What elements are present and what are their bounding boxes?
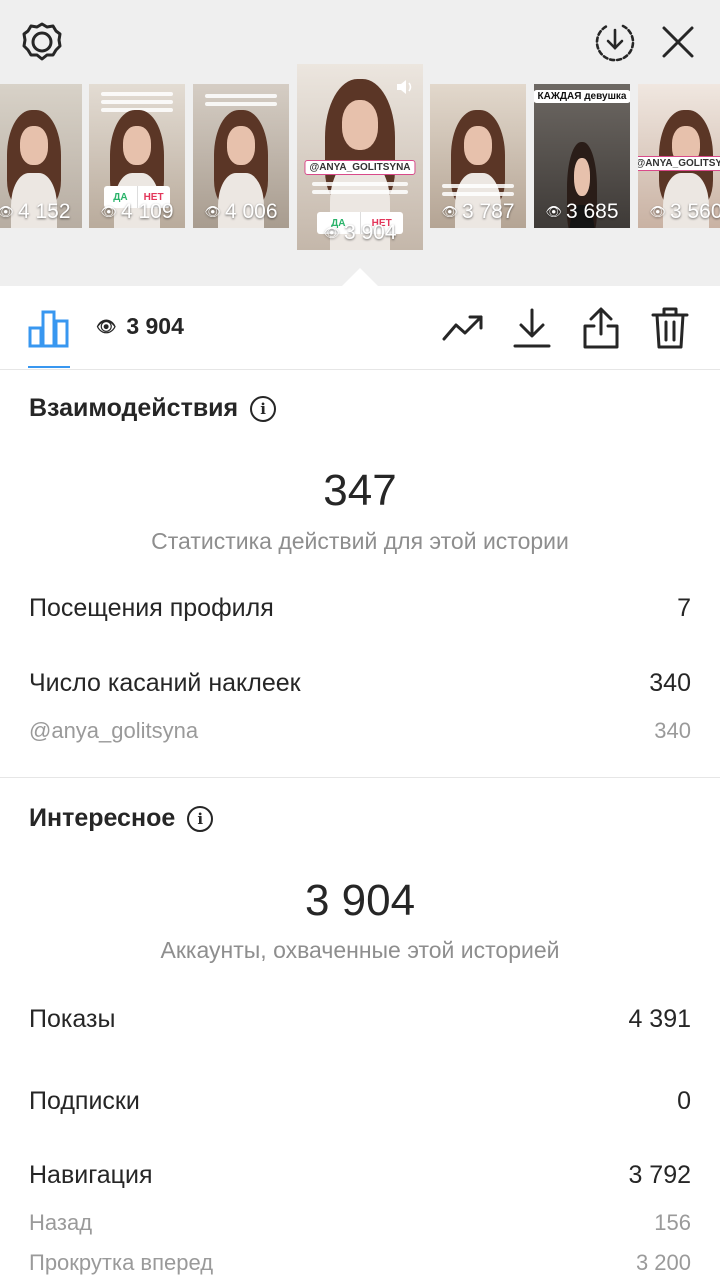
story-views: 👁 4 152 — [0, 200, 80, 224]
settings-gear-icon[interactable] — [16, 16, 68, 68]
info-icon[interactable]: i — [187, 805, 214, 832]
stat-row-follows: Подписки 0 — [29, 1087, 691, 1115]
story-view-count: 👁 3 904 — [96, 313, 184, 339]
stat-row-impressions: Показы 4 391 — [29, 1005, 691, 1033]
story-views: 👁 3 904 — [323, 221, 397, 244]
trend-up-icon[interactable] — [441, 306, 485, 350]
eye-icon: 👁 — [204, 204, 221, 219]
stat-subrow-back: Назад 156 — [29, 1210, 691, 1235]
story-thumbnail[interactable]: 👁 4 152 — [0, 84, 82, 228]
download-icon[interactable] — [510, 306, 554, 350]
eye-icon: 👁 — [545, 204, 562, 219]
eye-icon: 👁 — [0, 204, 14, 219]
download-circle-icon[interactable] — [589, 16, 641, 68]
eye-icon: 👁 — [96, 318, 117, 336]
story-views: 👁 4 109 — [100, 200, 174, 223]
story-views: 👁 3 787 — [441, 200, 515, 223]
interactions-section-title: Взаимодействия i — [29, 394, 277, 423]
insights-toolbar: 👁 3 904 — [0, 286, 720, 370]
story-views: 👁 3 685 — [545, 200, 619, 223]
story-thumbnail[interactable]: @ANYA_GOLITSYNA 👁3 560 — [638, 84, 720, 228]
discovery-total: 3 904 — [304, 876, 416, 925]
speaker-icon — [397, 80, 412, 94]
active-tab-indicator — [28, 366, 70, 368]
stat-subrow-forward: Прокрутка вперед 3 200 — [29, 1250, 691, 1275]
story-thumbnail-active[interactable]: @ANYA_GOLITSYNA ДА НЕТ 👁 3 904 — [297, 64, 423, 250]
active-story-pointer — [341, 268, 379, 287]
story-thumbnail[interactable]: 👁 3 787 — [430, 84, 526, 228]
share-icon[interactable] — [579, 306, 623, 350]
stat-row-profile-visits: Посещения профиля 7 — [29, 594, 691, 622]
stat-subrow-mention: @anya_golitsyna 340 — [29, 718, 691, 743]
discovery-section-title: Интересное i — [29, 804, 214, 833]
story-views: 👁 3 560 — [649, 200, 720, 223]
stat-row-sticker-taps: Число касаний наклеек 340 — [29, 669, 691, 697]
info-icon[interactable]: i — [250, 395, 277, 422]
eye-icon: 👁 — [441, 204, 458, 219]
section-divider — [0, 777, 720, 778]
bar-chart-icon[interactable] — [26, 306, 70, 350]
eye-icon: 👁 — [323, 225, 340, 240]
eye-icon: 👁 — [100, 204, 117, 219]
story-strip-area: 👁 4 152 ДА НЕТ 👁 4 109 👁 4 006 @ANYA_GOLITS… — [0, 0, 720, 287]
stat-row-navigation: Навигация 3 792 — [29, 1161, 691, 1189]
story-thumbnail[interactable]: ДА НЕТ 👁 4 109 — [89, 84, 185, 228]
story-thumbnail[interactable]: КАЖДАЯ девушка 👁 3 685 — [534, 84, 630, 228]
discovery-caption: Аккаунты, охваченные этой историей — [160, 937, 560, 963]
story-thumbnail[interactable]: 👁 4 006 — [193, 84, 289, 228]
eye-icon: 👁 — [649, 204, 666, 219]
story-views: 👁 4 006 — [204, 200, 278, 223]
interactions-total: 347 — [323, 466, 397, 515]
close-icon[interactable] — [652, 16, 704, 68]
interactions-caption: Статистика действий для этой истории — [151, 528, 569, 554]
trash-icon[interactable] — [648, 306, 692, 350]
